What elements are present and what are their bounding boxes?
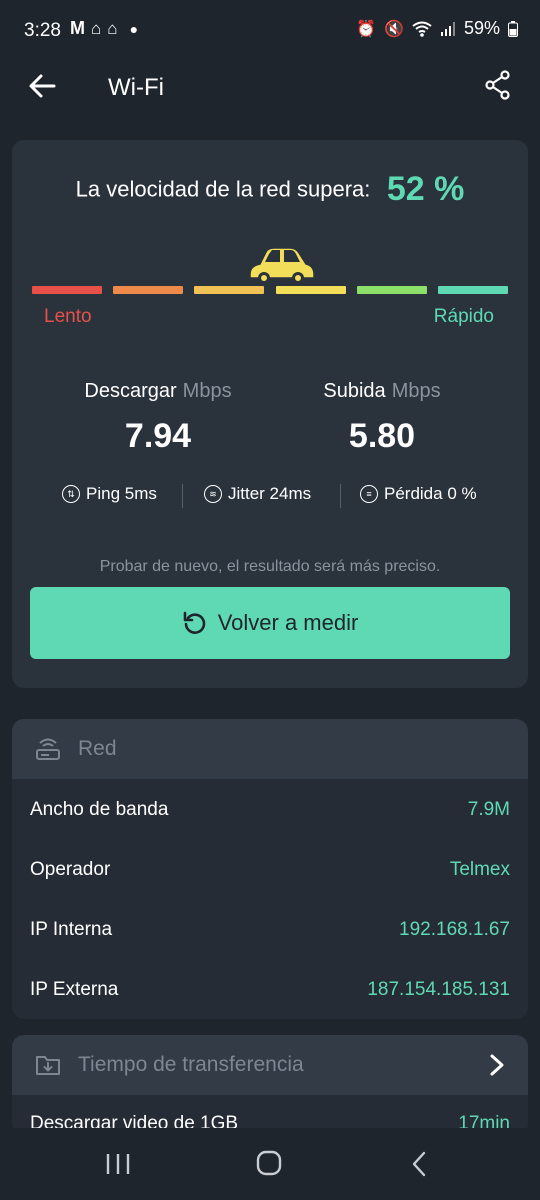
speed-segment: [275, 286, 346, 294]
download-unit: Mbps: [182, 380, 232, 402]
loss-stat: ≡ Pérdida 0 %: [360, 484, 477, 504]
signal-icon: [440, 21, 455, 36]
speed-result-card: La velocidad de la red supera: 52 % Lent…: [12, 140, 528, 688]
packet-loss-icon: ≡: [360, 485, 378, 503]
chevron-right-icon[interactable]: [486, 1052, 508, 1078]
transfer-title: Tiempo de transferencia: [78, 1053, 304, 1076]
recents-icon[interactable]: [104, 1152, 132, 1176]
stats-row: ⇅ Ping 5ms ≋ Jitter 24ms ≡ Pérdida 0 %: [12, 484, 528, 510]
divider: [182, 484, 183, 508]
scale-label-slow: Lento: [44, 306, 92, 327]
airbnb-icon: ⌂: [107, 18, 118, 38]
retest-button[interactable]: Volver a medir: [30, 587, 510, 659]
battery-icon: [508, 20, 518, 37]
notification-icons: M ⌂ ⌂ ●: [70, 18, 138, 39]
mute-icon: 🔇: [384, 20, 404, 38]
download-value: 7.94: [124, 417, 192, 455]
external-ip-label: IP Externa: [30, 979, 119, 1000]
car-icon: [248, 247, 315, 284]
speed-headline: La velocidad de la red supera: 52 %: [12, 170, 528, 209]
upload-metric: Subida Mbps 5.80: [262, 380, 502, 456]
system-nav-bar: [0, 1128, 540, 1200]
alarm-icon: ⏰: [356, 20, 377, 38]
ping-text: Ping 5ms: [86, 484, 157, 503]
loss-text: Pérdida 0 %: [384, 484, 477, 503]
internal-ip-value: 192.168.1.67: [399, 919, 510, 940]
ping-icon: ⇅: [62, 485, 80, 503]
speed-segment: [194, 286, 265, 294]
network-row: Operador Telmex: [12, 839, 528, 899]
download-label-row: Descargar Mbps: [38, 380, 278, 403]
jitter-stat: ≋ Jitter 24ms: [204, 484, 311, 504]
speed-segment: [32, 286, 102, 294]
upload-label-row: Subida Mbps: [262, 380, 502, 403]
divider: [340, 484, 341, 508]
network-header: Red: [12, 719, 528, 779]
screen: 3:28 M ⌂ ⌂ ● ⏰ 🔇 59% Wi-Fi La velocidad …: [0, 0, 540, 1200]
refresh-icon: [183, 611, 205, 634]
page-title: Wi-Fi: [108, 74, 164, 101]
speed-percent: 52 %: [386, 170, 465, 208]
battery-level: 59%: [463, 18, 500, 38]
retry-hint: Probar de nuevo, el resultado será más p…: [99, 558, 441, 575]
gmail-icon: M: [70, 18, 85, 38]
transfer-header[interactable]: Tiempo de transferencia: [12, 1035, 528, 1095]
network-row: IP Interna 192.168.1.67: [12, 899, 528, 959]
speed-segment: [356, 286, 427, 294]
jitter-icon: ≋: [204, 485, 222, 503]
speed-segment: [113, 286, 184, 294]
network-row: IP Externa 187.154.185.131: [12, 959, 528, 1019]
download-folder-icon: [36, 1056, 60, 1075]
operator-label: Operador: [30, 859, 111, 880]
nav-back-icon[interactable]: [408, 1150, 430, 1178]
wifi-icon: [412, 21, 432, 37]
home-icon[interactable]: [256, 1150, 282, 1176]
retest-button-label: Volver a medir: [217, 610, 359, 635]
jitter-text: Jitter 24ms: [228, 484, 312, 503]
network-info-card: Red Ancho de banda 7.9M Operador Telmex …: [12, 719, 528, 1019]
status-time: 3:28: [24, 20, 61, 41]
airbnb-icon: ⌂: [91, 18, 102, 38]
network-row: Ancho de banda 7.9M: [12, 779, 528, 839]
external-ip-value: 187.154.185.131: [367, 979, 510, 1000]
scale-label-fast: Rápido: [433, 306, 494, 327]
internal-ip-label: IP Interna: [30, 919, 113, 940]
upload-unit: Mbps: [391, 380, 441, 402]
share-icon[interactable]: [484, 70, 512, 100]
download-metric: Descargar Mbps 7.94: [38, 380, 278, 456]
status-right: ⏰ 🔇 59%: [356, 18, 518, 39]
bandwidth-label: Ancho de banda: [30, 799, 169, 820]
app-bar: Wi-Fi: [0, 62, 540, 114]
speed-headline-text: La velocidad de la red supera:: [75, 176, 371, 202]
operator-value: Telmex: [449, 859, 510, 880]
upload-value: 5.80: [348, 417, 416, 455]
status-bar: 3:28 M ⌂ ⌂ ● ⏰ 🔇 59%: [0, 0, 540, 62]
download-label: Descargar: [84, 380, 177, 402]
ping-stat: ⇅ Ping 5ms: [62, 484, 157, 504]
router-icon: [36, 738, 60, 760]
speed-scale-bar: [32, 286, 508, 296]
speed-segment: [438, 286, 508, 294]
upload-label: Subida: [323, 380, 386, 402]
back-arrow-icon[interactable]: [26, 70, 58, 102]
transfer-time-card[interactable]: Tiempo de transferencia Descargar video …: [12, 1035, 528, 1135]
dot-icon: ●: [129, 20, 139, 37]
bandwidth-value: 7.9M: [467, 799, 510, 820]
network-title: Red: [78, 737, 117, 760]
